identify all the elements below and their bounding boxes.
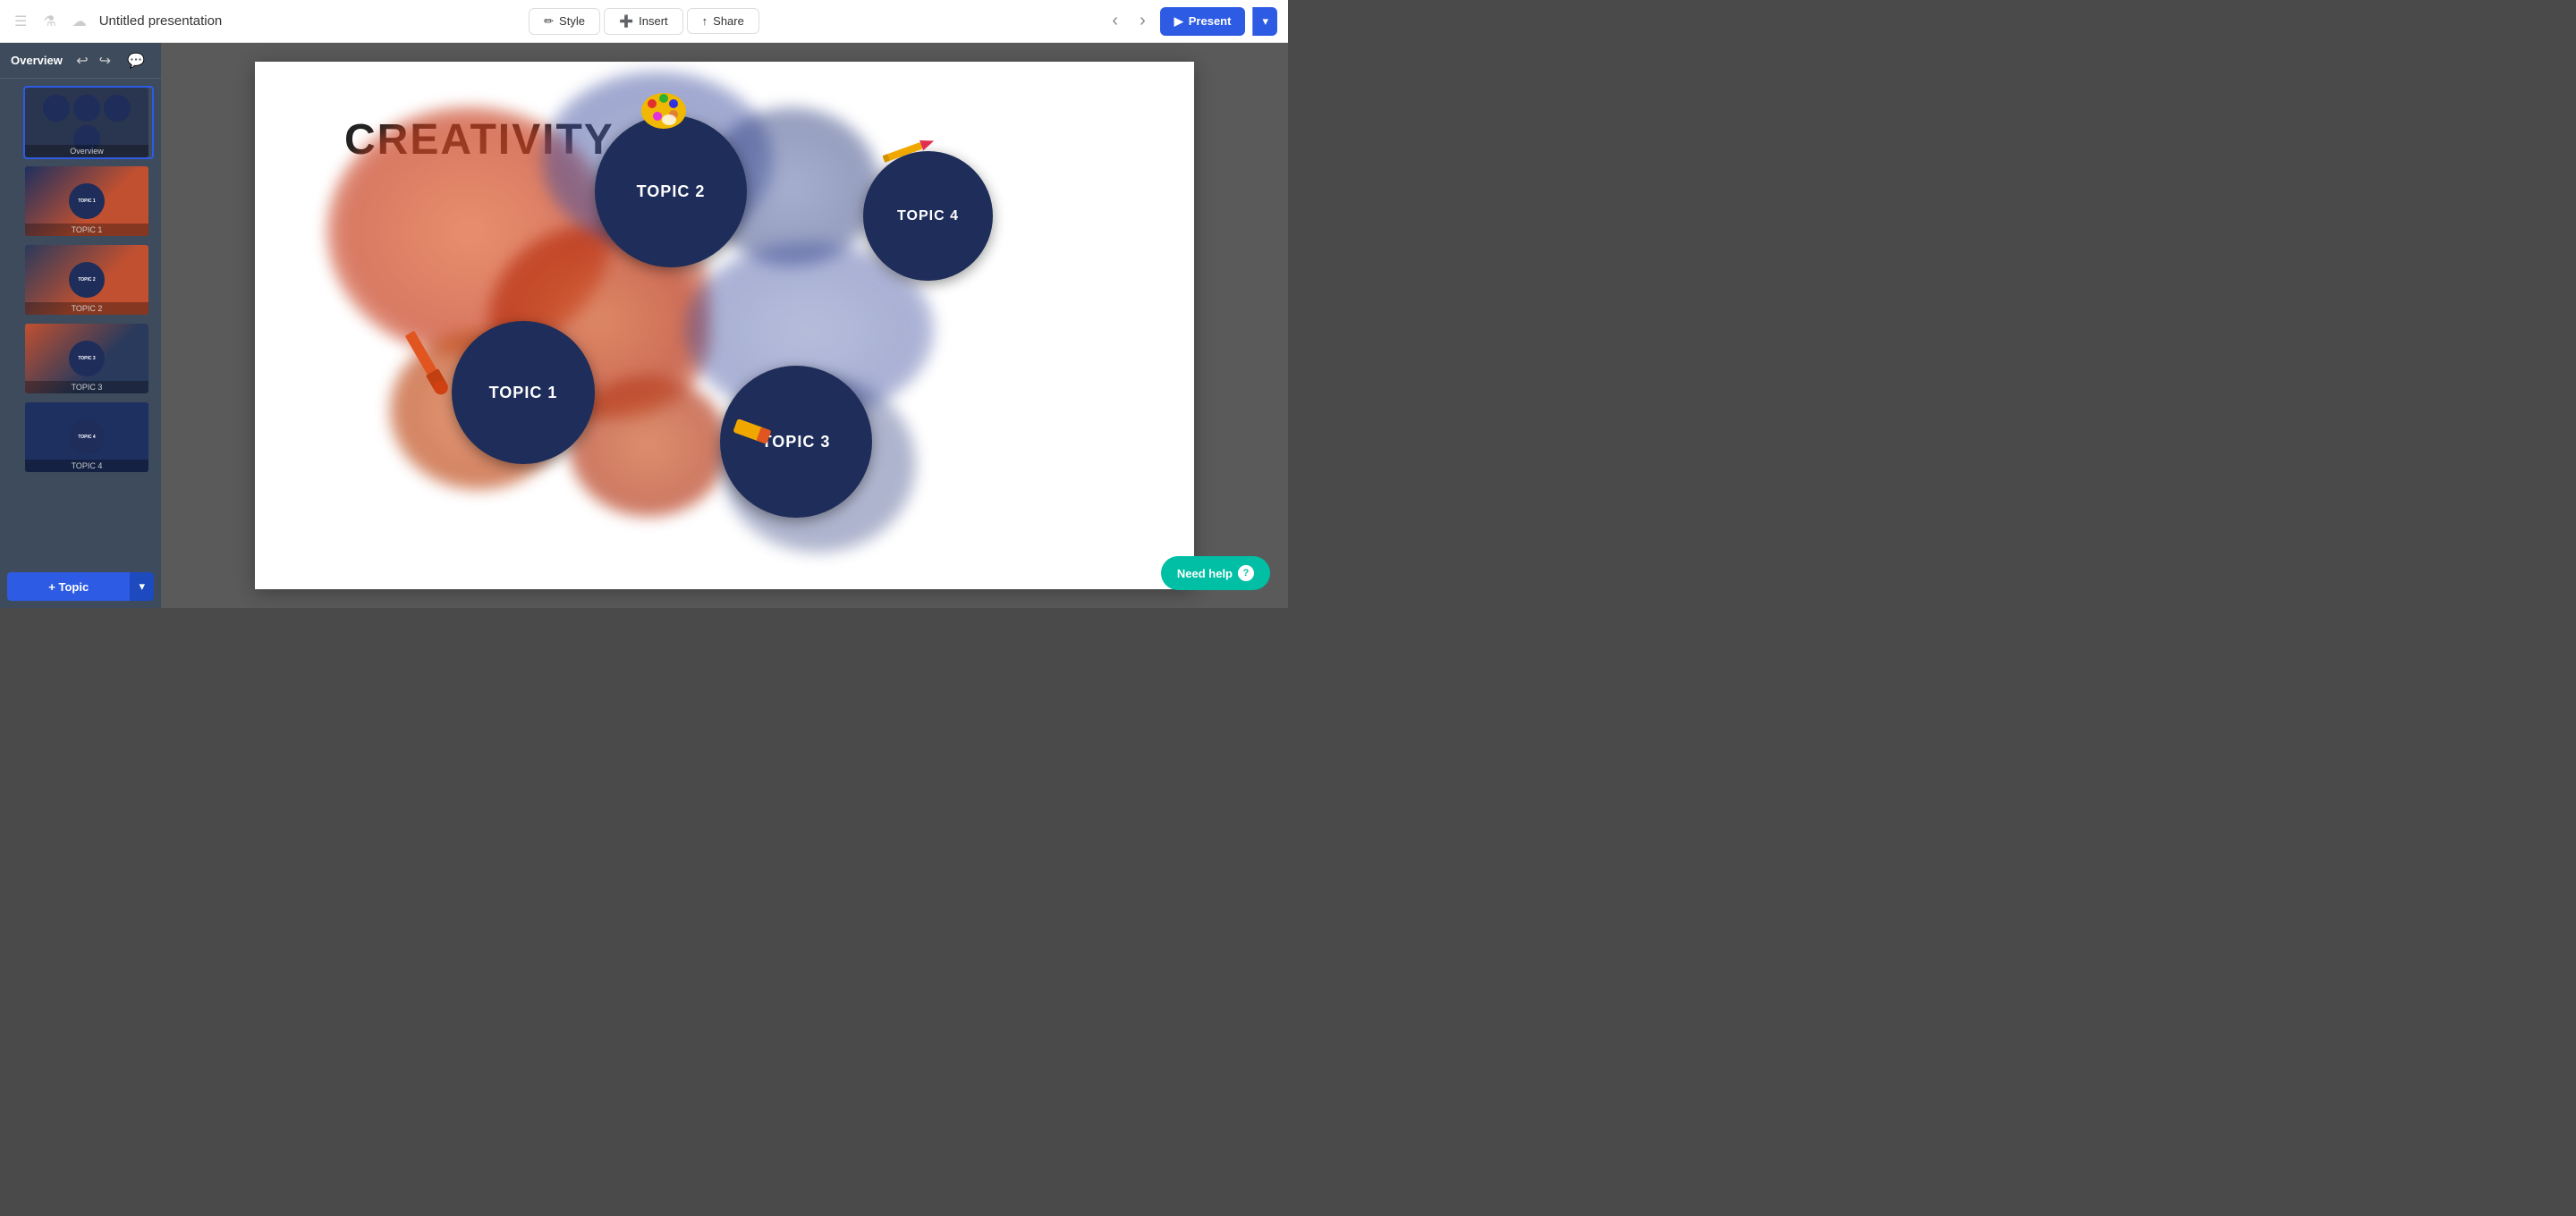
slides-list: ⌂ Overview 1 7 TOPIC 1 <box>0 79 161 565</box>
cloud-icon-button[interactable]: ☁ <box>69 11 90 32</box>
comment-button[interactable]: 💬 <box>122 50 150 72</box>
slide-item-1[interactable]: 1 7 TOPIC 1 TOPIC 1 <box>23 165 154 238</box>
add-topic-bar: + Topic ▾ <box>0 565 161 608</box>
slide-item-4[interactable]: 4 TOPIC 4 TOPIC 4 <box>23 401 154 474</box>
slide-label-2: TOPIC 2 <box>25 302 148 315</box>
help-icon: ? <box>1238 565 1254 581</box>
palette-icon <box>640 84 689 138</box>
canvas-area: CREATIVITY <box>161 43 1288 608</box>
slide-label-4: TOPIC 4 <box>25 460 148 472</box>
slide-thumb-4: TOPIC 4 TOPIC 4 <box>25 402 148 472</box>
add-topic-dropdown-button[interactable]: ▾ <box>130 572 154 601</box>
topbar-right: ‹ › ▶ Present ▾ <box>770 7 1277 36</box>
topic2-circle[interactable]: TOPIC 2 <box>595 115 747 267</box>
slide-label-overview: Overview <box>25 145 148 157</box>
presentation-title: Untitled presentation <box>99 13 223 29</box>
style-button[interactable]: ✏ Style <box>529 8 600 35</box>
topic2-label: TOPIC 2 <box>637 182 706 201</box>
play-icon: ▶ <box>1174 14 1183 29</box>
flask-icon-button[interactable]: ⚗ <box>39 11 59 32</box>
slide-label-1: TOPIC 1 <box>25 224 148 236</box>
need-help-button[interactable]: Need help ? <box>1161 556 1270 590</box>
slide-label-3: TOPIC 3 <box>25 381 148 393</box>
topic1-label: TOPIC 1 <box>489 384 558 402</box>
redo-button[interactable]: ↪ <box>96 50 114 72</box>
topbar-left: ☰ ⚗ ☁ Untitled presentation <box>11 11 518 32</box>
prev-arrow-button[interactable]: ‹ <box>1105 7 1125 35</box>
sidebar: Overview ↩ ↪ 💬 ⌂ Overview <box>0 43 161 608</box>
topic4-circle[interactable]: TOPIC 4 <box>863 151 993 281</box>
slide-item-overview[interactable]: ⌂ Overview <box>23 86 154 159</box>
slide-thumb-1: 7 TOPIC 1 TOPIC 1 <box>25 166 148 236</box>
style-icon: ✏ <box>544 14 554 29</box>
sidebar-label: Overview <box>11 54 65 67</box>
share-button[interactable]: ↑ Share <box>687 8 759 34</box>
topbar: ☰ ⚗ ☁ Untitled presentation ✏ Style ➕ In… <box>0 0 1288 43</box>
slide-thumb-overview: Overview <box>25 88 148 157</box>
sidebar-tools: ↩ ↪ <box>72 50 114 72</box>
insert-icon: ➕ <box>619 14 633 29</box>
topic1-circle[interactable]: TOPIC 1 <box>452 321 595 464</box>
main-layout: Overview ↩ ↪ 💬 ⌂ Overview <box>0 43 1288 608</box>
share-icon: ↑ <box>702 14 708 28</box>
slide-item-3[interactable]: 3 TOPIC 3 TOPIC 3 <box>23 322 154 395</box>
topic4-label: TOPIC 4 <box>897 208 959 224</box>
add-topic-button[interactable]: + Topic <box>7 572 130 601</box>
present-dropdown-button[interactable]: ▾ <box>1252 7 1277 36</box>
sidebar-top: Overview ↩ ↪ 💬 <box>0 43 161 79</box>
need-help-label: Need help <box>1177 567 1233 580</box>
slide-item-2[interactable]: 2 TOPIC 2 TOPIC 2 <box>23 243 154 317</box>
slide-canvas[interactable]: CREATIVITY <box>255 62 1194 589</box>
present-button[interactable]: ▶ Present <box>1160 7 1246 36</box>
slide-thumb-3: TOPIC 3 TOPIC 3 <box>25 324 148 393</box>
undo-button[interactable]: ↩ <box>72 50 91 72</box>
slide-thumb-2: TOPIC 2 TOPIC 2 <box>25 245 148 315</box>
topbar-center: ✏ Style ➕ Insert ↑ Share <box>529 8 759 35</box>
insert-button[interactable]: ➕ Insert <box>604 8 683 35</box>
hamburger-menu-button[interactable]: ☰ <box>11 11 30 32</box>
next-arrow-button[interactable]: › <box>1132 7 1153 35</box>
